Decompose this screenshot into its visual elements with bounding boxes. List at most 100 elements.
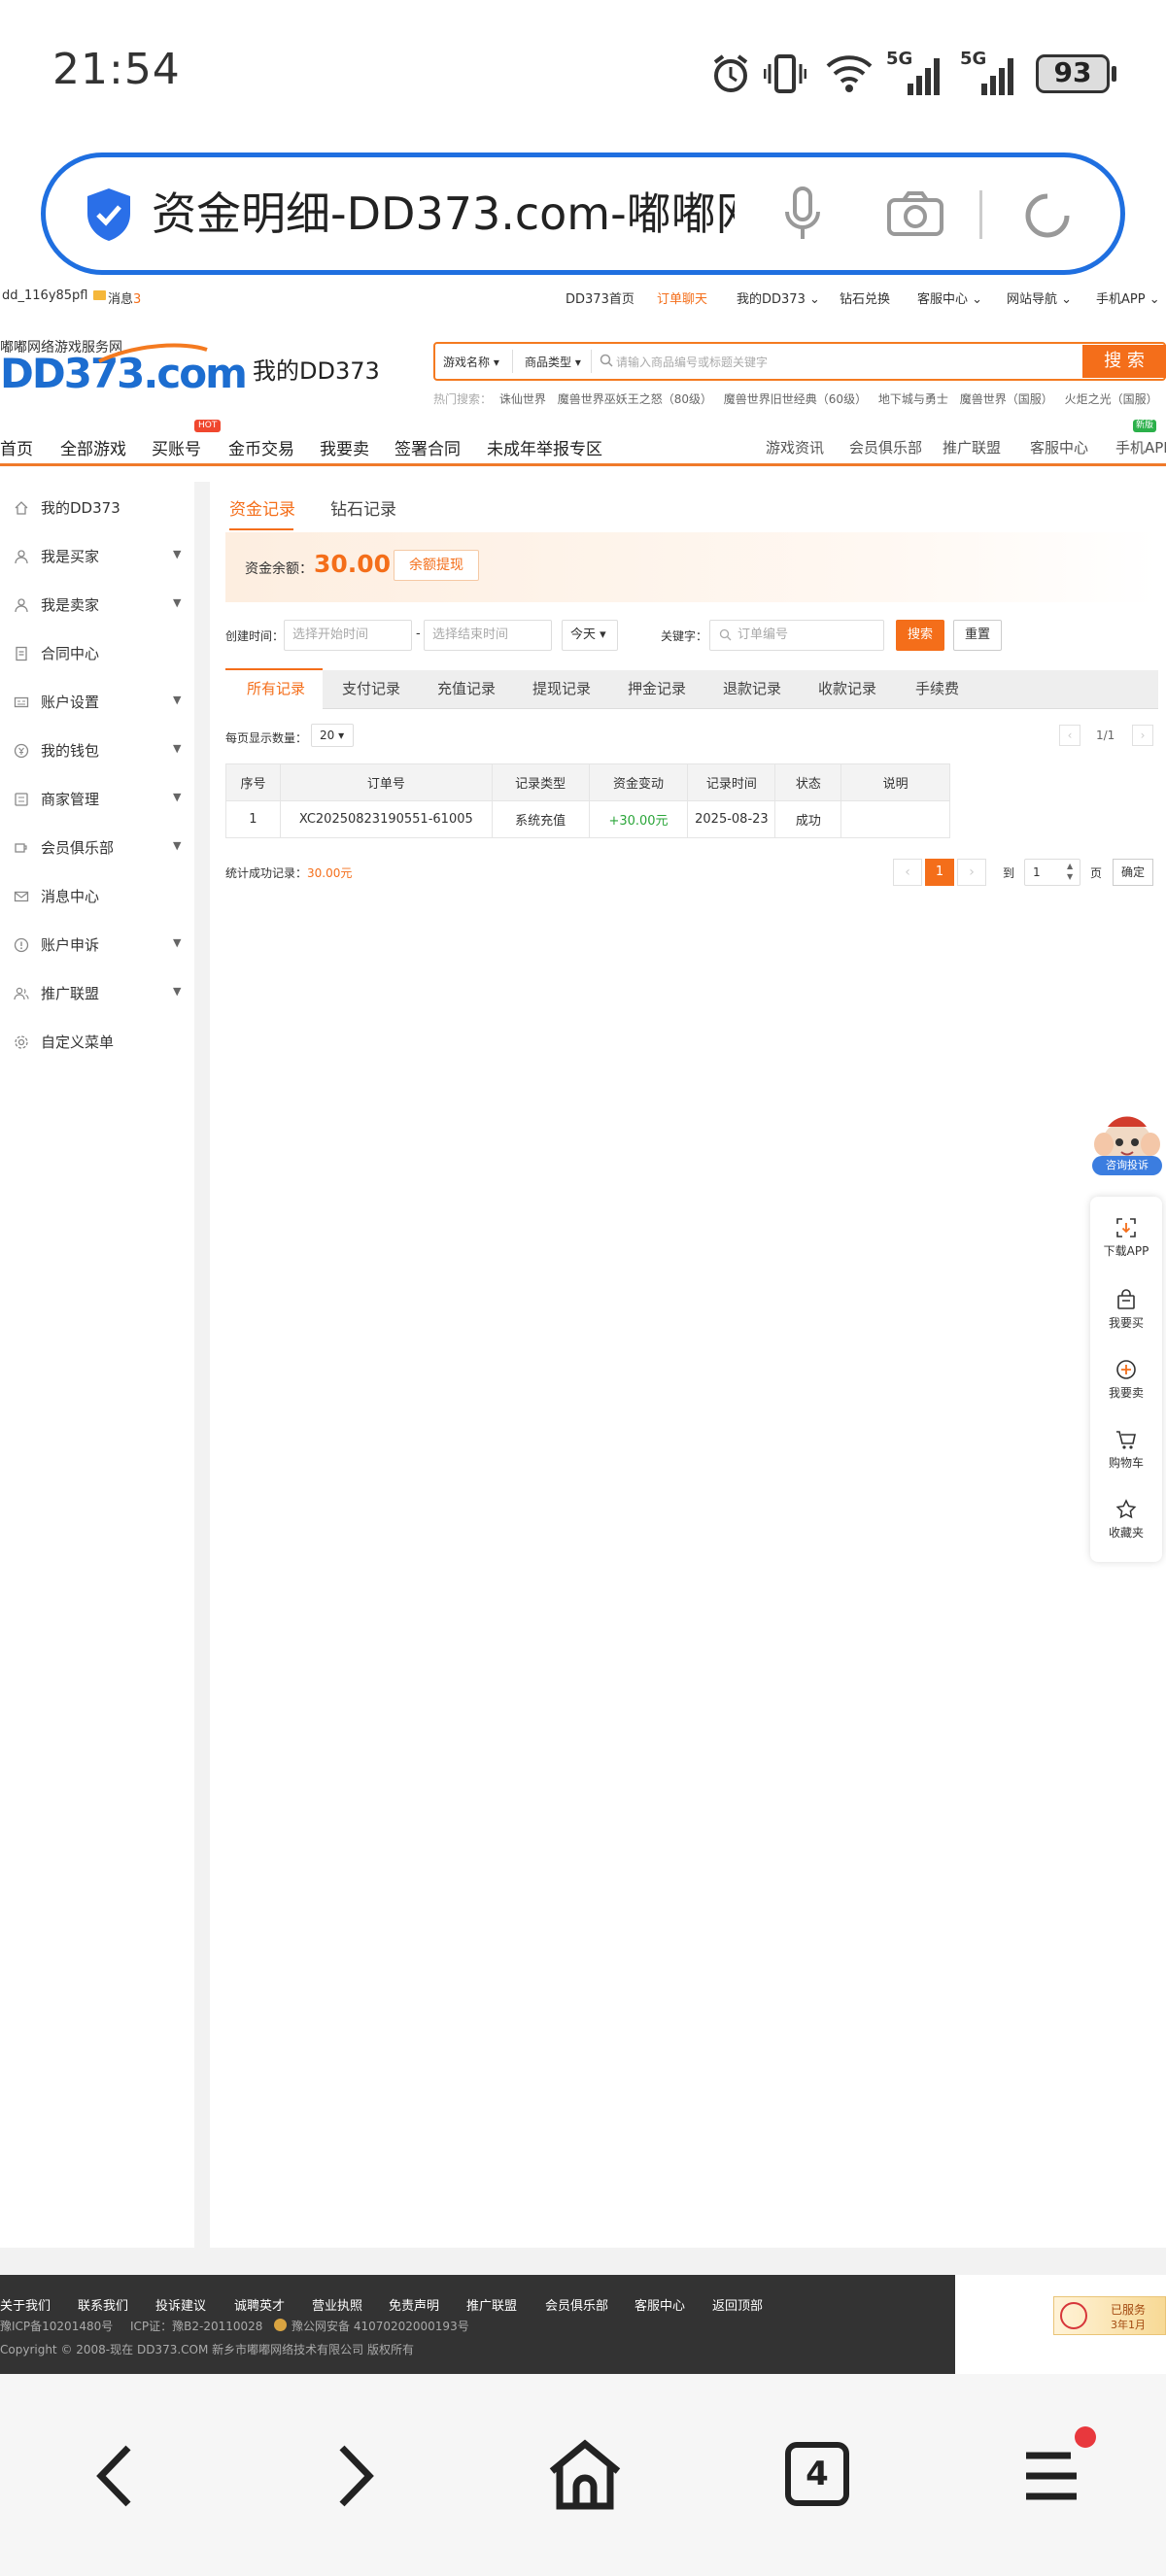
float-download-app[interactable]: 下载APP xyxy=(1090,1216,1162,1259)
record-tab-recharge[interactable]: 充值记录 xyxy=(437,678,496,698)
url-title[interactable]: 资金明细-DD373.com-嘟嘟网 xyxy=(152,185,735,243)
sidebar-item-label: 自定义菜单 xyxy=(41,1034,115,1051)
hot-search-item[interactable]: 诛仙世界 xyxy=(499,392,546,406)
nav-sell[interactable]: 我要卖 xyxy=(320,435,369,459)
date-range-select[interactable]: 今天 ▾ xyxy=(562,620,618,651)
sidebar-item-my-dd373[interactable]: 我的DD373 xyxy=(0,488,194,526)
hot-search-item[interactable]: 火炬之光（国服） xyxy=(1065,392,1158,406)
sidebar-item-custom-menu[interactable]: 自定义菜单 xyxy=(0,1022,194,1061)
record-tab-payment[interactable]: 支付记录 xyxy=(342,678,400,698)
sidebar-item-seller[interactable]: 我是卖家 ▼ xyxy=(0,585,194,624)
sidebar-item-merchant[interactable]: 商家管理 ▼ xyxy=(0,779,194,818)
footer-link-affiliate[interactable]: 推广联盟 xyxy=(466,2295,517,2314)
record-tab-receipt[interactable]: 收款记录 xyxy=(818,678,876,698)
start-time-input[interactable]: 选择开始时间 xyxy=(284,620,412,651)
menu-icon[interactable] xyxy=(1024,2450,1079,2502)
footer-link-about[interactable]: 关于我们 xyxy=(0,2295,51,2314)
float-sell[interactable]: 我要卖 xyxy=(1090,1358,1162,1401)
page-size-select[interactable]: 20 ▾ xyxy=(311,724,354,747)
hot-search-item[interactable]: 魔兽世界巫妖王之怒（80级） xyxy=(558,392,712,406)
topbar-link-diamond[interactable]: 钻石兑换 xyxy=(840,288,890,307)
nav-buy-account[interactable]: 买账号 xyxy=(152,435,201,459)
footer-link-jobs[interactable]: 诚聘英才 xyxy=(234,2295,285,2314)
topbar-link-service[interactable]: 客服中心 ⌄ xyxy=(917,288,982,307)
hot-search-item[interactable]: 地下城与勇士 xyxy=(878,392,948,406)
home-icon[interactable] xyxy=(546,2438,624,2512)
footer-link-license[interactable]: 营业执照 xyxy=(312,2295,362,2314)
nav-home[interactable]: 首页 xyxy=(0,435,33,459)
record-tab-withdraw[interactable]: 提现记录 xyxy=(532,678,591,698)
nav-contract[interactable]: 签署合同 xyxy=(394,435,461,459)
nav-all-games[interactable]: 全部游戏 xyxy=(60,435,126,459)
next-page-button[interactable]: › xyxy=(957,859,986,886)
complaint-badge[interactable]: 咨询投诉 xyxy=(1092,1156,1162,1175)
username[interactable]: dd_116y85pfl xyxy=(2,288,88,303)
search-input[interactable]: 请输入商品编号或标题关键字 xyxy=(616,354,1073,370)
product-type-select[interactable]: 商品类型 ▾ xyxy=(525,354,581,370)
messages-label: 消息 xyxy=(108,292,134,307)
page-button-current[interactable]: 1 xyxy=(925,859,954,886)
hot-search-item[interactable]: 魔兽世界（国服） xyxy=(960,392,1053,406)
record-tab-fee[interactable]: 手续费 xyxy=(915,678,959,698)
topbar-link-nav[interactable]: 网站导航 ⌄ xyxy=(1007,288,1072,307)
prev-page-mini-button[interactable]: ‹ xyxy=(1059,725,1080,746)
footer-link-contact[interactable]: 联系我们 xyxy=(78,2295,128,2314)
shield-icon[interactable] xyxy=(84,186,134,243)
sidebar-item-appeal[interactable]: 账户申诉 ▼ xyxy=(0,925,194,964)
float-cart[interactable]: 购物车 xyxy=(1090,1428,1162,1471)
nav-minor-report[interactable]: 未成年举报专区 xyxy=(487,435,602,459)
filter-search-button[interactable]: 搜索 xyxy=(896,620,944,651)
goto-confirm-button[interactable]: 确定 xyxy=(1113,859,1153,886)
record-tab-all[interactable]: 所有记录 xyxy=(247,678,305,698)
sidebar-item-messages[interactable]: 消息中心 xyxy=(0,876,194,915)
record-tab-refund[interactable]: 退款记录 xyxy=(723,678,781,698)
float-buy[interactable]: 我要买 xyxy=(1090,1288,1162,1331)
sidebar-item-buyer[interactable]: 我是买家 ▼ xyxy=(0,536,194,575)
search-button[interactable]: 搜 索 xyxy=(1082,345,1166,378)
nav-game-news[interactable]: 游戏资讯 xyxy=(766,437,824,458)
next-page-mini-button[interactable]: › xyxy=(1132,725,1153,746)
nav-gold-trade[interactable]: 金币交易 xyxy=(228,435,294,459)
withdraw-button[interactable]: 余额提现 xyxy=(394,550,479,581)
my-dd373-title: 我的DD373 xyxy=(253,357,380,385)
nav-member-club[interactable]: 会员俱乐部 xyxy=(849,437,922,458)
messages-link[interactable]: 消息3 xyxy=(108,288,141,307)
float-favorites[interactable]: 收藏夹 xyxy=(1090,1498,1162,1541)
nav-affiliate[interactable]: 推广联盟 xyxy=(943,437,1001,458)
footer-link-top[interactable]: 返回顶部 xyxy=(712,2295,763,2314)
footer-police: 豫公网安备 41070202000193号 xyxy=(292,2320,469,2333)
topbar-link-chat[interactable]: 订单聊天 xyxy=(657,288,707,307)
keyword-input[interactable]: 订单编号 xyxy=(709,620,884,651)
record-tab-deposit[interactable]: 押金记录 xyxy=(628,678,686,698)
tab-diamond-records[interactable]: 钻石记录 xyxy=(330,495,396,520)
end-time-input[interactable]: 选择结束时间 xyxy=(424,620,552,651)
nav-service[interactable]: 客服中心 xyxy=(1030,437,1088,458)
sidebar-item-account-settings[interactable]: 账户设置 ▼ xyxy=(0,682,194,721)
camera-icon[interactable] xyxy=(886,190,944,237)
topbar-link-home[interactable]: DD373首页 xyxy=(566,288,634,307)
footer-link-disclaimer[interactable]: 免责声明 xyxy=(389,2295,439,2314)
forward-icon[interactable] xyxy=(330,2444,379,2508)
topbar-link-app[interactable]: 手机APP ⌄ xyxy=(1096,288,1160,307)
tab-fund-records[interactable]: 资金记录 xyxy=(229,495,295,520)
tabs-button[interactable]: 4 xyxy=(785,2442,849,2506)
game-name-select[interactable]: 游戏名称 ▾ xyxy=(443,354,499,370)
footer-link-club[interactable]: 会员俱乐部 xyxy=(545,2295,608,2314)
footer-link-feedback[interactable]: 投诉建议 xyxy=(155,2295,206,2314)
stepper-arrows-icon[interactable]: ▲ ▼ xyxy=(1067,861,1073,882)
back-icon[interactable] xyxy=(91,2444,140,2508)
sidebar-item-contracts[interactable]: 合同中心 xyxy=(0,633,194,672)
sidebar-item-wallet[interactable]: 我的钱包 ▼ xyxy=(0,730,194,769)
microphone-icon[interactable] xyxy=(783,185,822,243)
filter-reset-button[interactable]: 重置 xyxy=(953,620,1002,651)
sidebar-item-affiliate[interactable]: 推广联盟 ▼ xyxy=(0,973,194,1012)
hot-search-row: 热门搜索： 诛仙世界 魔兽世界巫妖王之怒（80级） 魔兽世界旧世经典（60级） … xyxy=(433,390,1158,407)
float-item-label: 我要买 xyxy=(1108,1316,1144,1330)
nav-mobile-app[interactable]: 手机APP xyxy=(1115,437,1166,458)
sidebar-item-member-club[interactable]: 会员俱乐部 ▼ xyxy=(0,828,194,866)
topbar-link-my[interactable]: 我的DD373 ⌄ xyxy=(737,288,820,307)
footer-link-service[interactable]: 客服中心 xyxy=(634,2295,685,2314)
prev-page-button[interactable]: ‹ xyxy=(893,859,922,886)
reload-icon[interactable] xyxy=(1020,188,1075,243)
hot-search-item[interactable]: 魔兽世界旧世经典（60级） xyxy=(724,392,867,406)
